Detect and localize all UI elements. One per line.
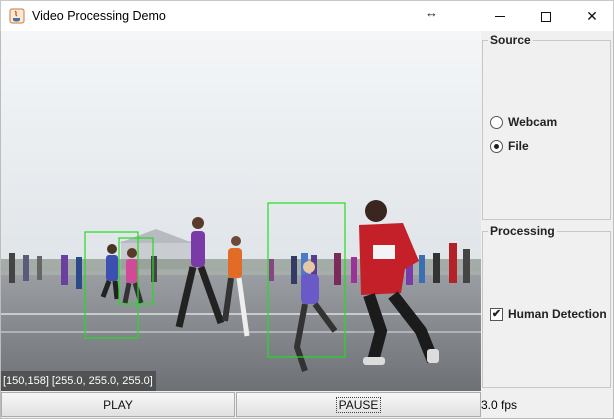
- fps-display: 3.0 fps: [481, 398, 518, 412]
- webcam-radio[interactable]: [490, 115, 503, 129]
- close-button[interactable]: ✕: [569, 1, 614, 32]
- human-detection-label: Human Detection: [508, 307, 607, 321]
- playback-controls: PLAY PAUSE 3.0 fps: [1, 391, 613, 418]
- resize-cursor-icon: ↔: [425, 5, 438, 20]
- minimize-button[interactable]: [477, 1, 523, 32]
- video-frame-scene: [1, 31, 481, 391]
- pause-button-label: PAUSE: [335, 396, 382, 413]
- play-button[interactable]: PLAY: [1, 392, 235, 417]
- processing-panel: Processing ✔ Human Detection: [482, 224, 611, 388]
- webcam-radio-option[interactable]: Webcam: [490, 115, 557, 129]
- java-app-icon: [9, 8, 25, 24]
- file-label: File: [508, 139, 529, 153]
- human-detection-option[interactable]: ✔ Human Detection: [490, 307, 607, 321]
- close-icon: ✕: [586, 8, 598, 24]
- file-radio-option[interactable]: File: [490, 139, 529, 153]
- video-display: [150,158] [255.0, 255.0, 255.0]: [1, 31, 481, 391]
- road-marking-2: [1, 331, 481, 333]
- sky: [1, 31, 481, 271]
- maximize-button[interactable]: [523, 1, 569, 32]
- play-button-label: PLAY: [103, 397, 133, 412]
- pause-button[interactable]: PAUSE: [236, 392, 481, 417]
- window-title: Video Processing Demo: [32, 9, 166, 23]
- pixel-readout: [150,158] [255.0, 255.0, 255.0]: [1, 371, 156, 391]
- maximize-icon: [541, 11, 551, 22]
- human-detection-checkbox[interactable]: ✔: [490, 307, 503, 321]
- processing-panel-title: Processing: [488, 224, 557, 238]
- webcam-label: Webcam: [508, 115, 558, 129]
- title-bar[interactable]: Video Processing Demo ↔ ✕: [0, 0, 614, 31]
- source-panel-title: Source: [488, 33, 533, 47]
- file-radio[interactable]: [490, 139, 503, 153]
- minimize-icon: [495, 16, 505, 17]
- source-panel: Source Webcam File: [482, 33, 611, 220]
